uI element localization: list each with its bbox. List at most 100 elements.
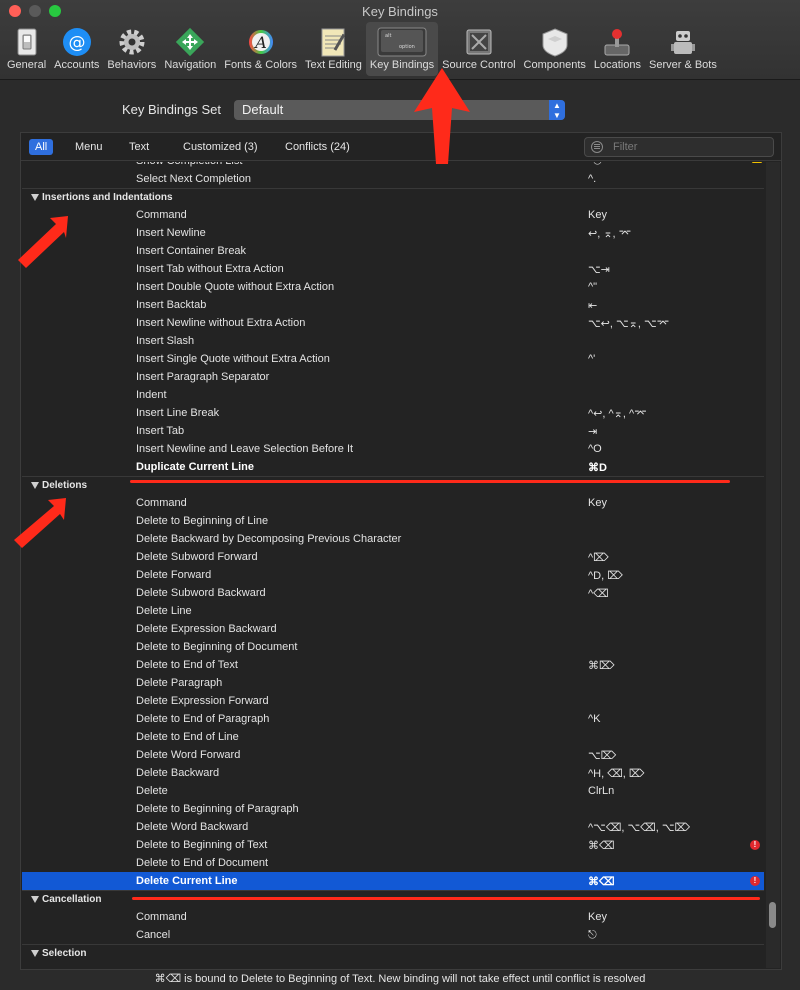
key-shortcut[interactable]: ^H, ⌫, ⌦ (588, 767, 644, 780)
key-shortcut[interactable]: ^' (588, 353, 595, 365)
disclosure-triangle-icon[interactable] (31, 950, 39, 957)
tab-navigation[interactable]: Navigation (160, 22, 220, 76)
binding-row[interactable]: Duplicate Current Line ⌘D (22, 458, 764, 476)
command-name: Delete to Beginning of Line (136, 515, 269, 527)
key-shortcut[interactable]: ⌘⌦ (588, 659, 615, 672)
binding-row[interactable]: Delete Word Backward ^⌥⌫, ⌥⌫, ⌥⌦ (22, 818, 764, 836)
binding-row[interactable]: Delete to Beginning of Document (22, 638, 764, 656)
binding-row[interactable]: Delete to Beginning of Text ⌘⌫! (22, 836, 764, 854)
binding-row[interactable]: Delete ClrLn (22, 782, 764, 800)
key-shortcut[interactable]: ⎋ (588, 929, 597, 942)
tab-locations[interactable]: Locations (590, 22, 645, 76)
conflict-error-icon[interactable]: ! (750, 840, 760, 850)
binding-row[interactable]: Delete to Beginning of Line (22, 512, 764, 530)
binding-row[interactable]: Delete Expression Backward (22, 620, 764, 638)
binding-row[interactable]: Delete Subword Forward ^⌦ (22, 548, 764, 566)
svg-text:alt: alt (385, 33, 391, 39)
filter-menu[interactable]: Menu (69, 139, 109, 155)
binding-row[interactable]: Delete Current Line ⌘⌫! (22, 872, 764, 890)
key-shortcut[interactable]: ^K (588, 713, 601, 725)
filter-text[interactable]: Text (123, 139, 155, 155)
tab-server-bots[interactable]: Server & Bots (645, 22, 721, 76)
binding-row[interactable]: Insert Backtab ⇤ (22, 296, 764, 314)
notepad-icon (318, 27, 348, 57)
filter-all[interactable]: All (29, 139, 54, 155)
binding-row[interactable]: Show Completion List ^⎋ (22, 162, 764, 170)
filter-customized[interactable]: Customized (3) (177, 139, 264, 155)
binding-row[interactable]: Delete Subword Backward ^⌫ (22, 584, 764, 602)
tab-components[interactable]: Components (520, 22, 590, 76)
tab-behaviors[interactable]: Behaviors (103, 22, 160, 76)
binding-row[interactable]: Delete to End of Line (22, 728, 764, 746)
filter-search-input[interactable]: Filter (613, 141, 637, 153)
filter-conflicts[interactable]: Conflicts (24) (279, 139, 356, 155)
key-shortcut[interactable]: ^. (588, 173, 596, 185)
tab-general[interactable]: General (3, 22, 50, 76)
key-bindings-list[interactable]: Show Completion List ^⎋ Select Next Comple… (22, 162, 764, 968)
binding-row[interactable]: Insert Tab ⇥ (22, 422, 764, 440)
section-header[interactable]: Selection (22, 944, 764, 962)
key-shortcut[interactable]: ↩, ⌅, ⌤ (588, 227, 631, 240)
filter-search-field[interactable]: Filter (584, 137, 774, 157)
key-shortcut[interactable]: ⌘⌫ (588, 875, 615, 888)
disclosure-triangle-icon[interactable] (31, 482, 39, 489)
key-shortcut[interactable]: ClrLn (588, 785, 614, 797)
key-shortcut[interactable]: ^" (588, 281, 597, 293)
tab-accounts[interactable]: @ Accounts (50, 22, 103, 76)
binding-row[interactable]: Insert Newline without Extra Action ⌥↩, ⌥… (22, 314, 764, 332)
disclosure-triangle-icon[interactable] (31, 194, 39, 201)
key-shortcut[interactable]: ^⌫ (588, 587, 609, 600)
binding-row[interactable]: Indent (22, 386, 764, 404)
binding-row[interactable]: Delete Forward ^D, ⌦ (22, 566, 764, 584)
key-shortcut[interactable]: ⌥↩, ⌥⌅, ⌥⌤ (588, 317, 669, 330)
tab-fonts-colors[interactable]: A Fonts & Colors (220, 22, 301, 76)
binding-row[interactable]: Delete to End of Document (22, 854, 764, 872)
binding-row[interactable]: Select Next Completion ^. (22, 170, 764, 188)
binding-row[interactable]: Insert Tab without Extra Action ⌥⇥ (22, 260, 764, 278)
key-shortcut[interactable]: ^O (588, 443, 602, 455)
key-shortcut[interactable]: ^⎋ (588, 162, 602, 168)
conflict-error-icon[interactable]: ! (750, 876, 760, 886)
section-header[interactable]: Insertions and Indentations (22, 188, 764, 206)
column-header-row[interactable]: Command Key (22, 494, 764, 512)
binding-row[interactable]: Delete Backward ^H, ⌫, ⌦ (22, 764, 764, 782)
binding-row[interactable]: Insert Double Quote without Extra Action… (22, 278, 764, 296)
key-shortcut[interactable]: ^D, ⌦ (588, 569, 623, 582)
key-shortcut[interactable]: ⇤ (588, 299, 597, 312)
key-bindings-set-select[interactable]: Default ▲ ▼ (234, 100, 565, 120)
key-shortcut[interactable]: ^⌦ (588, 551, 609, 564)
key-shortcut[interactable]: ⌥⌦ (588, 749, 616, 762)
binding-row[interactable]: Delete Expression Forward (22, 692, 764, 710)
binding-row[interactable]: Cancel ⎋ (22, 926, 764, 944)
binding-row[interactable]: Insert Single Quote without Extra Action… (22, 350, 764, 368)
key-shortcut[interactable]: ^⌥⌫, ⌥⌫, ⌥⌦ (588, 821, 690, 834)
binding-row[interactable]: Insert Newline ↩, ⌅, ⌤ (22, 224, 764, 242)
key-shortcut[interactable]: ⌘⌫ (588, 839, 615, 852)
section-label: Selection (42, 948, 87, 959)
scrollbar[interactable] (766, 162, 780, 968)
binding-row[interactable]: Delete Line (22, 602, 764, 620)
binding-row[interactable]: Delete to End of Paragraph ^K (22, 710, 764, 728)
binding-row[interactable]: Insert Container Break (22, 242, 764, 260)
binding-row[interactable]: Delete Backward by Decomposing Previous … (22, 530, 764, 548)
binding-row[interactable]: Delete Paragraph (22, 674, 764, 692)
column-header-row[interactable]: Command Key (22, 206, 764, 224)
key-shortcut[interactable]: ^↩, ^⌅, ^⌤ (588, 407, 647, 420)
robot-icon (668, 27, 698, 57)
key-shortcut[interactable]: ⌘D (588, 461, 607, 474)
scrollbar-thumb[interactable] (769, 902, 776, 928)
tab-text-editing[interactable]: Text Editing (301, 22, 366, 76)
key-shortcut[interactable]: ⌥⇥ (588, 263, 610, 276)
section-header[interactable]: Deletions (22, 476, 764, 494)
column-header-row[interactable]: Command Key (22, 908, 764, 926)
binding-row[interactable]: Insert Newline and Leave Selection Befor… (22, 440, 764, 458)
disclosure-triangle-icon[interactable] (31, 896, 39, 903)
binding-row[interactable]: Delete to Beginning of Paragraph (22, 800, 764, 818)
binding-row[interactable]: Insert Line Break ^↩, ^⌅, ^⌤ (22, 404, 764, 422)
binding-row[interactable]: Insert Slash (22, 332, 764, 350)
binding-row[interactable]: Delete to End of Text ⌘⌦ (22, 656, 764, 674)
key-shortcut[interactable]: ⇥ (588, 425, 597, 438)
binding-row[interactable]: Delete Word Forward ⌥⌦ (22, 746, 764, 764)
command-name: Delete to End of Document (136, 857, 269, 869)
binding-row[interactable]: Insert Paragraph Separator (22, 368, 764, 386)
